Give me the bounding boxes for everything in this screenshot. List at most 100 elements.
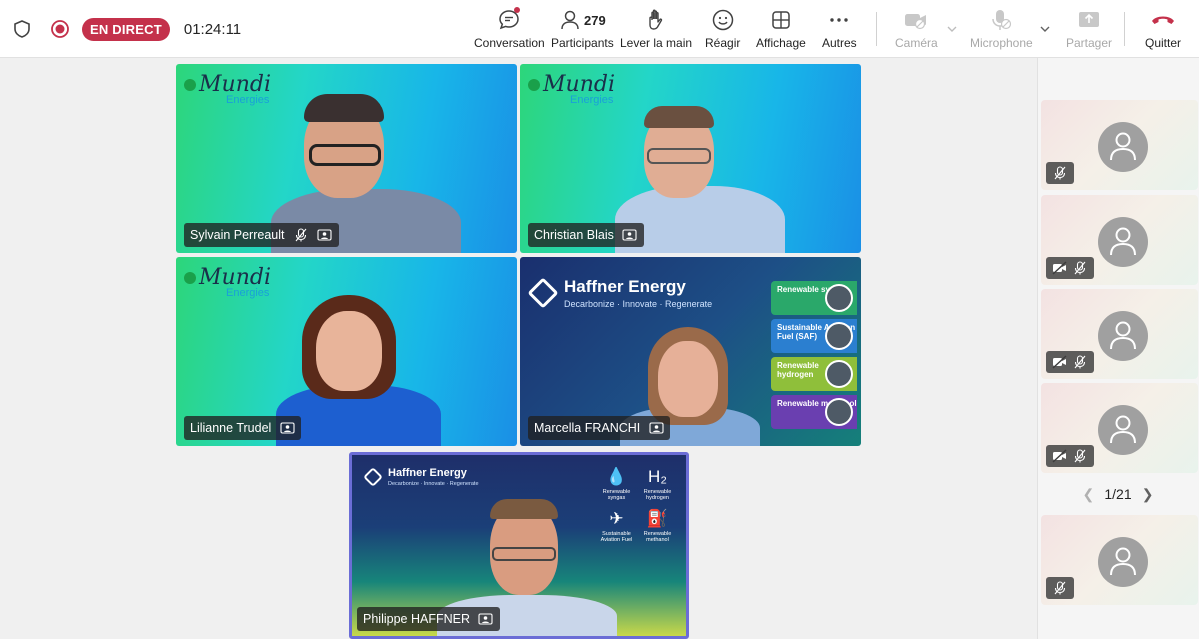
view-button[interactable]: Affichage [756,6,806,54]
product-item: H₂ Renewable hydrogen [643,467,672,501]
background-effect-icon [622,227,638,243]
hand-icon [645,6,667,34]
more-button[interactable]: Autres [822,6,857,54]
participant-name: Christian Blais [534,228,614,242]
react-label: Réagir [705,36,741,50]
microphone-label: Microphone [970,36,1033,50]
more-label: Autres [822,36,857,50]
haffner-tagline: Decarbonize · Innovate · Regenerate [564,299,713,309]
participant-status [1046,257,1094,279]
camera-off-icon [1052,354,1068,370]
toolbar-left: EN DIRECT 01:24:11 [12,15,241,43]
participant-name: Marcella FRANCHI [534,421,641,435]
gallery-pager: ❮ 1/21 ❯ [1037,483,1199,505]
participant-name-tag: Lilianne Trudel [184,416,302,440]
mic-off-icon [1052,580,1068,596]
camera-button[interactable]: Caméra [895,6,938,54]
microphone-button[interactable]: Microphone [970,6,1033,54]
participant-name-tag: Christian Blais [528,223,644,247]
leave-button[interactable]: Quitter [1145,6,1181,54]
product-item: Renewable methanol [771,395,857,429]
shield-icon[interactable] [12,19,32,39]
view-label: Affichage [756,36,806,50]
mundi-logo: Mundi Energies [528,72,615,106]
person-icon [1110,321,1136,350]
mic-off-icon [1052,165,1068,181]
raise-hand-button[interactable]: Lever la main [620,6,692,54]
mic-off-icon [1072,260,1088,276]
avatar [1098,122,1148,172]
participant-name: Sylvain Perreault [190,228,285,242]
avatar [1098,537,1148,587]
participant-tile[interactable] [1041,383,1198,473]
mundi-logo: Mundi Energies [184,72,271,106]
background-effect-icon [478,611,494,627]
haffner-logo: Haffner Energy Decarbonize · Innovate · … [527,277,713,309]
product-item: Sustainable Aviation Fuel (SAF) [771,319,857,353]
leave-label: Quitter [1145,36,1182,50]
participant-status [1046,577,1074,599]
video-tile[interactable]: Mundi Energies Lilianne Trudel [176,257,517,446]
haffner-tagline: Decarbonize · Innovate · Regenerate [388,481,479,487]
person-icon [1110,415,1136,444]
toolbar-divider [1124,12,1125,46]
participant-name-tag: Marcella FRANCHI [528,416,671,440]
raise-hand-label: Lever la main [620,36,693,50]
share-screen-icon [1077,6,1101,34]
participant-tile[interactable] [1041,100,1198,190]
react-button[interactable]: Réagir [705,6,740,54]
chat-icon [497,6,521,34]
recording-icon [51,20,69,38]
live-badge: EN DIRECT [82,17,170,41]
person-icon [1110,132,1136,161]
camera-label: Caméra [895,36,938,50]
product-item: ⛽ Renewable methanol [643,509,672,543]
haffner-product-icons: 💧 Renewable syngas H₂ Renewable hydrogen ✈… [596,465,678,543]
chevron-right-icon[interactable]: ❯ [1138,486,1158,503]
participant-tile[interactable] [1041,195,1198,285]
haffner-logo: Haffner Energy Decarbonize · Innovate · … [363,467,479,487]
haffner-logo-icon [527,277,559,309]
mic-off-icon [1072,354,1088,370]
conversation-button[interactable]: Conversation [474,6,545,54]
background-effect-icon [648,420,664,436]
participant-tile[interactable] [1041,515,1198,605]
haffner-title: Haffner Energy [564,277,686,296]
chevron-down-icon[interactable] [1039,24,1051,34]
avatar [1098,405,1148,455]
participant-name: Philippe HAFFNER [363,612,470,626]
participant-name: Lilianne Trudel [190,421,272,435]
more-dots-icon [828,6,850,34]
mic-off-icon [1072,448,1088,464]
participants-button[interactable]: 279 Participants [551,6,614,54]
mundi-logo: Mundi Energies [184,265,271,299]
grid-icon [770,6,792,34]
product-item: ✈ Sustainable Aviation Fuel [600,509,633,543]
meeting-timer: 01:24:11 [183,20,242,38]
video-tile[interactable]: Mundi Energies Sylvain Perreault [176,64,517,253]
participant-tile[interactable] [1041,289,1198,379]
leaf-icon [184,272,196,284]
person-icon [1110,227,1136,256]
toolbar-divider [876,12,877,46]
video-tile[interactable]: Haffner Energy Decarbonize · Innovate · … [520,257,861,446]
leaf-icon [184,79,196,91]
product-item: Renewable hydrogen [771,357,857,391]
haffner-product-list: Renewable syngas Sustainable Aviation Fu… [771,281,857,433]
participant-status [1046,162,1074,184]
product-item: 💧 Renewable syngas [602,467,631,501]
camera-off-icon [1052,260,1068,276]
avatar [1098,311,1148,361]
active-speaker-tile[interactable]: Haffner Energy Decarbonize · Innovate · … [349,452,689,639]
video-tile[interactable]: Mundi Energies Christian Blais [520,64,861,253]
chevron-left-icon[interactable]: ❮ [1078,486,1098,503]
notification-dot [514,7,520,13]
leaf-icon [528,79,540,91]
chevron-down-icon[interactable] [946,24,958,34]
share-label: Partager [1066,36,1113,50]
participant-status [1046,351,1094,373]
participant-name-tag: Sylvain Perreault [184,223,339,247]
conversation-label: Conversation [474,36,545,50]
share-button[interactable]: Partager [1066,6,1112,54]
participants-count: 279 [584,12,606,28]
